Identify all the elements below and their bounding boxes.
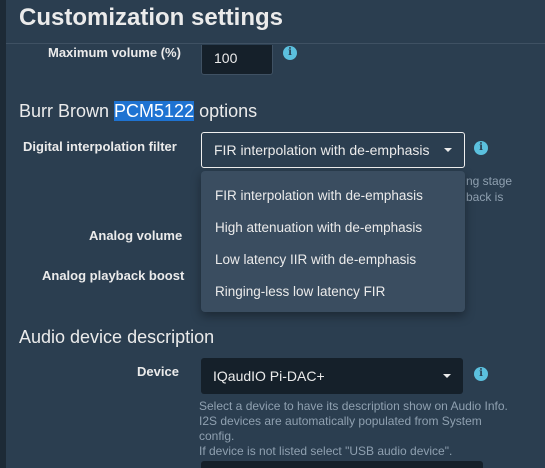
modal-header: Customization settings [6,0,545,44]
device-selected-value: IQaudIO Pi-DAC+ [213,368,325,384]
filter-help-partial-1: ng stage [466,174,513,188]
device-description-field[interactable] [201,461,483,468]
device-help-line-3: config. [199,429,235,443]
filter-label: Digital interpolation filter [23,139,177,154]
filter-select[interactable]: FIR interpolation with de-emphasis [201,132,465,168]
device-label: Device [137,364,179,379]
modal-body[interactable]: Maximum volume (%) 100 i Burr Brown PCM5… [6,45,545,468]
max-volume-label: Maximum volume (%) [48,45,181,60]
filter-option-fir-de-emphasis[interactable]: FIR interpolation with de-emphasis [215,188,423,203]
filter-help-partial-2: back is [466,190,504,204]
analog-boost-label: Analog playback boost [42,268,185,283]
filter-option-ringing-less[interactable]: Ringing-less low latency FIR [215,284,385,299]
filter-option-high-attenuation[interactable]: High attenuation with de-emphasis [215,220,422,235]
dac-title-prefix: Burr Brown [19,101,115,121]
chevron-down-icon [444,148,452,152]
dac-section-title: Burr Brown PCM5122 options [19,101,257,122]
filter-info-icon[interactable]: i [474,141,488,155]
device-info-icon[interactable]: i [474,367,488,381]
analog-volume-label: Analog volume [89,228,183,243]
max-volume-value: 100 [214,50,238,66]
filter-option-low-latency-iir[interactable]: Low latency IIR with de-emphasis [215,252,416,267]
modal-title: Customization settings [19,4,284,31]
device-help-line-2: I2S devices are automatically populated … [199,414,482,428]
filter-dropdown-menu: FIR interpolation with de-emphasis High … [201,171,465,312]
filter-selected-value: FIR interpolation with de-emphasis [214,142,430,158]
max-volume-info-icon[interactable]: i [283,46,297,60]
chevron-down-icon [443,374,451,378]
max-volume-input[interactable]: 100 [201,45,273,75]
customization-modal: Customization settings Maximum volume (%… [6,0,545,468]
dac-title-suffix: options [194,101,258,121]
device-select[interactable]: IQaudIO Pi-DAC+ [201,358,463,394]
device-help-line-1: Select a device to have its description … [199,399,508,413]
device-help-line-4: If device is not listed select "USB audi… [199,444,453,458]
device-section-title: Audio device description [19,327,215,347]
dac-title-highlight: PCM5122 [114,101,195,121]
